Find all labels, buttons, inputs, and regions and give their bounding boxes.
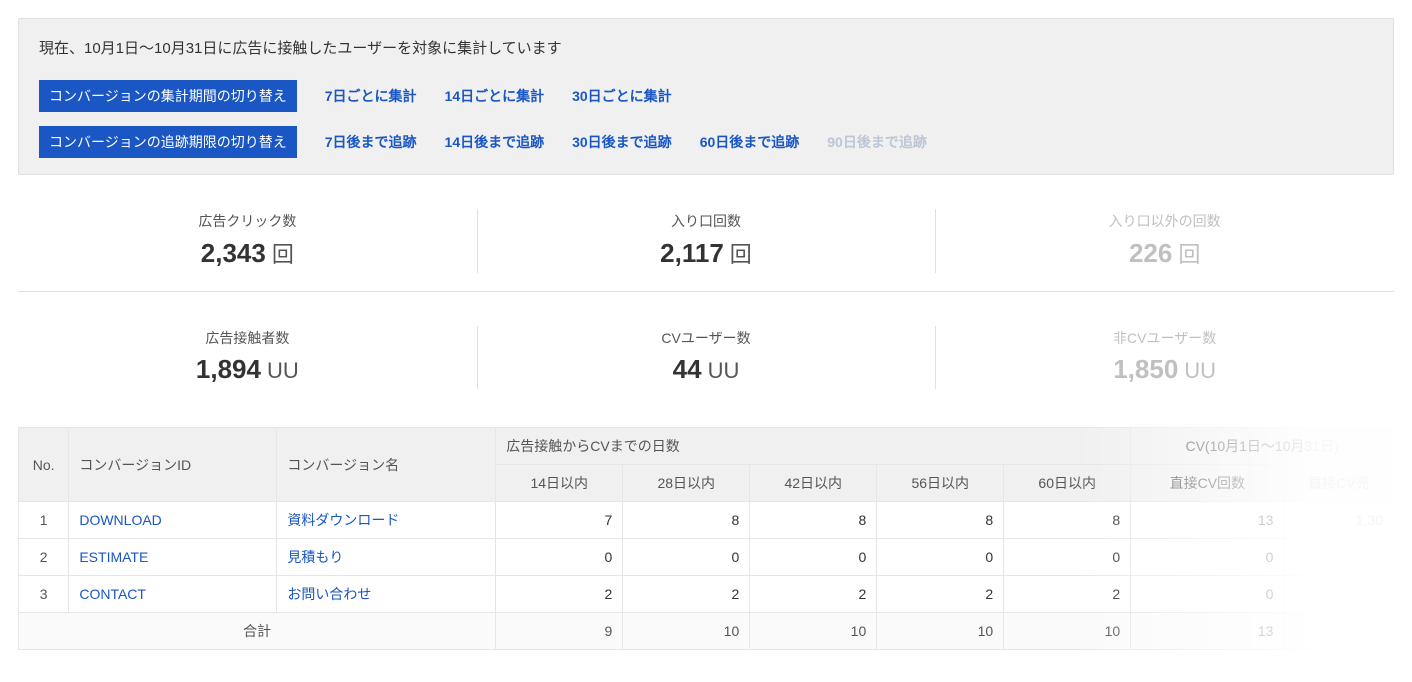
cell-no: 1 [19,502,69,539]
cell-day: 8 [750,502,877,539]
cell-cv-name[interactable]: 資料ダウンロード [277,502,496,539]
cell-day: 0 [1004,539,1131,576]
cell-day: 8 [1004,502,1131,539]
period-option-7d[interactable]: 7日ごとに集計 [325,86,417,106]
stat-unit: 回 [730,242,752,267]
cell-no: 3 [19,576,69,613]
conversion-table-wrap: No. コンバージョンID コンバージョン名 広告接触からCVまでの日数 CV(… [18,427,1394,650]
filter-panel: 現在、10月1日～10月31日に広告に接触したユーザーを対象に集計しています コ… [18,18,1394,175]
stat-noncv-users: 非CVユーザー数 1,850UU [935,314,1394,407]
th-day-42: 42日以内 [750,465,877,502]
filter-row-period: コンバージョンの集計期間の切り替え 7日ごとに集計 14日ごとに集計 30日ごと… [39,80,1373,112]
stat-ad-clicks: 広告クリック数 2,343回 [18,197,477,291]
th-day-14: 14日以内 [496,465,623,502]
cell-totals-label: 合計 [19,613,496,650]
th-days-group: 広告接触からCVまでの日数 [496,428,1131,465]
tracking-option-14d[interactable]: 14日後まで追跡 [445,132,545,152]
filter-row-tracking: コンバージョンの追跡期限の切り替え 7日後まで追跡 14日後まで追跡 30日後ま… [39,126,1373,158]
stat-value: 2,117 [660,238,724,268]
th-day-28: 28日以内 [623,465,750,502]
period-option-30d[interactable]: 30日ごとに集計 [572,86,672,106]
table-row: 3CONTACTお問い合わせ222220 [19,576,1394,613]
th-cv-direct-sales: 直接CV売 [1284,465,1394,502]
cell-day: 0 [496,539,623,576]
conversion-table: No. コンバージョンID コンバージョン名 広告接触からCVまでの日数 CV(… [18,427,1394,650]
cell-day-total: 9 [496,613,623,650]
cell-cv-total [1284,613,1394,650]
stats-row-2: 広告接触者数 1,894UU CVユーザー数 44UU 非CVユーザー数 1,8… [18,314,1394,407]
stat-unit: UU [1184,358,1216,383]
filter-label-tracking: コンバージョンの追跡期限の切り替え [39,126,297,158]
cell-day: 0 [750,539,877,576]
cell-day: 2 [496,576,623,613]
cell-day-total: 10 [623,613,750,650]
stat-value: 1,850 [1113,354,1178,384]
stat-ad-reach: 広告接触者数 1,894UU [18,314,477,407]
stat-value: 226 [1129,238,1172,268]
tracking-option-7d[interactable]: 7日後まで追跡 [325,132,417,152]
table-row: 1DOWNLOAD資料ダウンロード78888131,30 [19,502,1394,539]
cell-day: 2 [750,576,877,613]
th-day-60: 60日以内 [1004,465,1131,502]
cell-day: 0 [623,539,750,576]
tracking-option-60d[interactable]: 60日後まで追跡 [700,132,800,152]
cell-day: 2 [877,576,1004,613]
th-cv-group: CV(10月1日～10月31日) [1131,428,1394,465]
stat-unit: UU [267,358,299,383]
stat-value: 44 [673,354,702,384]
stat-value: 1,894 [196,354,261,384]
cell-no: 2 [19,539,69,576]
cell-day: 7 [496,502,623,539]
stat-value: 2,343 [201,238,266,268]
tracking-option-30d[interactable]: 30日後まで追跡 [572,132,672,152]
th-cv-name: コンバージョン名 [277,428,496,502]
stats-row-1: 広告クリック数 2,343回 入り口回数 2,117回 入り口以外の回数 226… [18,197,1394,292]
stat-label: 広告クリック数 [18,211,477,231]
cell-day-total: 10 [1004,613,1131,650]
cell-day: 8 [877,502,1004,539]
stat-label: 広告接触者数 [18,328,477,348]
th-no: No. [19,428,69,502]
stat-label: 非CVユーザー数 [935,328,1394,348]
cell-cv: 1,30 [1284,502,1394,539]
filter-label-period: コンバージョンの集計期間の切り替え [39,80,297,112]
cell-cv: 0 [1131,576,1284,613]
th-cv-id: コンバージョンID [69,428,277,502]
cell-cv-id[interactable]: DOWNLOAD [69,502,277,539]
cell-day-total: 10 [750,613,877,650]
stat-unit: UU [708,358,740,383]
cell-cv [1284,539,1394,576]
th-cv-direct-count: 直接CV回数 [1131,465,1284,502]
stat-unit: 回 [272,242,294,267]
cell-cv-total: 13 [1131,613,1284,650]
cell-day: 2 [623,576,750,613]
cell-day-total: 10 [877,613,1004,650]
th-day-56: 56日以内 [877,465,1004,502]
stat-unit: 回 [1178,242,1200,267]
stat-cv-users: CVユーザー数 44UU [477,314,936,407]
period-option-14d[interactable]: 14日ごとに集計 [445,86,545,106]
cell-day: 8 [623,502,750,539]
cell-day: 0 [877,539,1004,576]
stat-entry-count: 入り口回数 2,117回 [477,197,936,291]
cell-day: 2 [1004,576,1131,613]
cell-cv-id[interactable]: CONTACT [69,576,277,613]
cell-cv-id[interactable]: ESTIMATE [69,539,277,576]
stat-label: CVユーザー数 [477,328,936,348]
cell-cv [1284,576,1394,613]
stat-label: 入り口以外の回数 [935,211,1394,231]
table-row-totals: 合計91010101013 [19,613,1394,650]
cell-cv: 13 [1131,502,1284,539]
table-row: 2ESTIMATE見積もり000000 [19,539,1394,576]
stat-nonentry-count: 入り口以外の回数 226回 [935,197,1394,291]
cell-cv-name[interactable]: 見積もり [277,539,496,576]
tracking-option-90d: 90日後まで追跡 [827,132,927,152]
cell-cv: 0 [1131,539,1284,576]
notice-text: 現在、10月1日～10月31日に広告に接触したユーザーを対象に集計しています [39,37,1373,58]
stat-label: 入り口回数 [477,211,936,231]
cell-cv-name[interactable]: お問い合わせ [277,576,496,613]
